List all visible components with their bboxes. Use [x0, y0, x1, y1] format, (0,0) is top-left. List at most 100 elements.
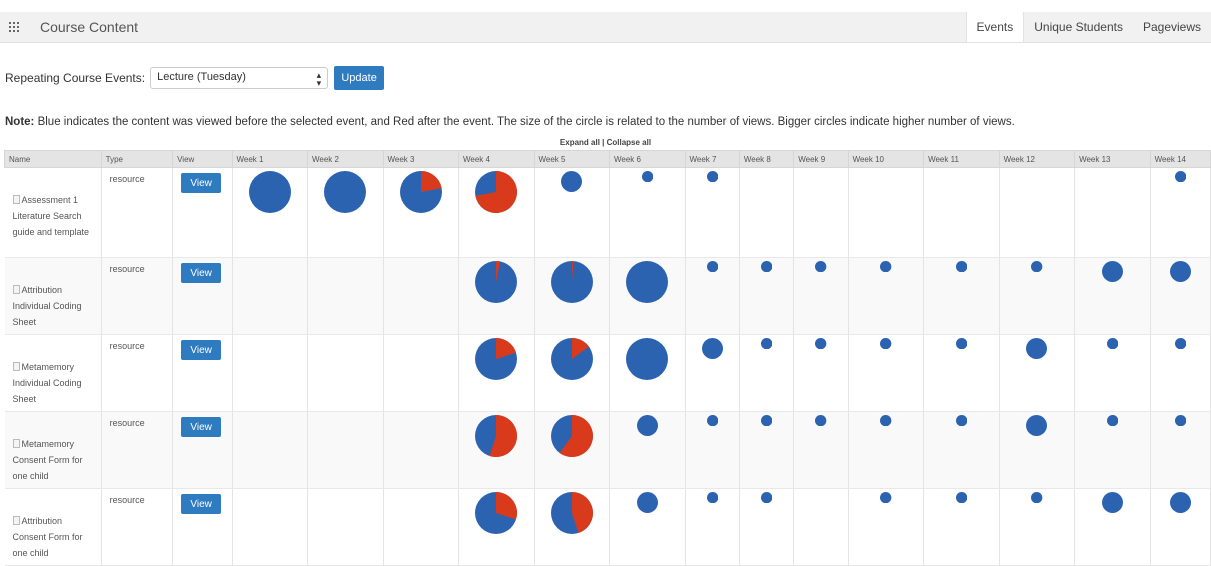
column-header-week-6[interactable]: Week 6 [609, 150, 686, 168]
views-pie[interactable] [760, 261, 773, 273]
update-button[interactable]: Update [334, 66, 385, 90]
views-pie[interactable] [706, 492, 718, 504]
views-pie[interactable] [550, 415, 593, 457]
view-button[interactable]: View [181, 340, 222, 360]
views-pie[interactable] [955, 338, 967, 350]
week-cell [307, 411, 384, 489]
grid-icon[interactable] [9, 22, 19, 32]
views-pie[interactable] [760, 415, 773, 427]
view-cell: View [172, 334, 233, 412]
column-header-name[interactable]: Name [4, 150, 102, 168]
views-pie[interactable] [815, 261, 827, 273]
views-pie[interactable] [880, 338, 892, 350]
views-pie[interactable] [636, 415, 658, 436]
views-pie[interactable] [1169, 492, 1191, 513]
column-header-view[interactable]: View [172, 150, 233, 168]
views-pie[interactable] [475, 261, 518, 303]
content-name[interactable]: Attribution Consent Form for one child [4, 488, 102, 566]
views-pie[interactable] [815, 415, 827, 427]
views-pie[interactable] [955, 415, 967, 427]
column-header-week-9[interactable]: Week 9 [793, 150, 849, 168]
week-cell [1150, 334, 1211, 412]
content-name[interactable]: Metamemory Consent Form for one child [4, 411, 102, 489]
view-button[interactable]: View [181, 173, 222, 193]
views-pie[interactable] [1031, 492, 1043, 504]
tab-unique-students[interactable]: Unique Students [1024, 12, 1133, 42]
collapse-all-link[interactable]: Collapse all [607, 138, 651, 147]
view-button[interactable]: View [181, 263, 222, 283]
repeating-events-label: Repeating Course Events: [5, 71, 146, 85]
content-name[interactable]: Assessment 1 Literature Search guide and… [4, 167, 102, 258]
views-pie[interactable] [561, 171, 583, 192]
views-pie[interactable] [955, 261, 967, 273]
views-pie[interactable] [880, 261, 892, 273]
views-pie[interactable] [1169, 261, 1191, 282]
views-pie[interactable] [550, 261, 593, 303]
views-pie[interactable] [550, 492, 593, 534]
column-header-week-8[interactable]: Week 8 [738, 150, 795, 168]
views-pie[interactable] [760, 492, 773, 504]
content-table: Name Type View Week 1 Week 2 Week 3 Week 4 Week… [4, 150, 1211, 566]
views-pie[interactable] [706, 415, 718, 427]
week-cell [1074, 334, 1151, 412]
column-header-week-5[interactable]: Week 5 [533, 150, 610, 168]
views-pie[interactable] [1106, 415, 1118, 427]
views-pie[interactable] [399, 171, 442, 213]
content-name[interactable]: Metamemory Individual Coding Sheet [4, 334, 102, 412]
column-header-week-12[interactable]: Week 12 [998, 150, 1076, 168]
views-pie[interactable] [626, 261, 669, 303]
views-pie[interactable] [880, 415, 892, 427]
views-pie[interactable] [626, 338, 669, 380]
views-pie[interactable] [636, 492, 658, 513]
views-pie[interactable] [1174, 338, 1186, 350]
views-pie[interactable] [475, 171, 518, 213]
event-select[interactable]: Lecture (Tuesday) ▴ ▾ [150, 67, 329, 89]
before-slice [815, 415, 827, 427]
views-pie[interactable] [475, 338, 518, 380]
views-pie[interactable] [1031, 261, 1043, 273]
tab-events[interactable]: Events [965, 12, 1025, 42]
views-pie[interactable] [324, 171, 367, 213]
views-pie[interactable] [475, 492, 518, 534]
views-pie[interactable] [815, 338, 827, 350]
views-pie[interactable] [1101, 261, 1123, 282]
view-button[interactable]: View [181, 417, 222, 437]
before-slice [1101, 492, 1123, 513]
views-pie[interactable] [701, 338, 723, 359]
column-header-week-1[interactable]: Week 1 [231, 150, 308, 168]
file-icon [12, 285, 20, 294]
week-cell [307, 257, 384, 335]
views-pie[interactable] [706, 261, 718, 273]
tab-pageviews[interactable]: Pageviews [1133, 12, 1211, 42]
view-cell: View [172, 257, 233, 335]
before-slice [880, 415, 892, 427]
view-button[interactable]: View [181, 494, 222, 514]
views-pie[interactable] [1174, 415, 1186, 427]
column-header-week-4[interactable]: Week 4 [458, 150, 535, 168]
column-header-type[interactable]: Type [100, 150, 174, 168]
views-pie[interactable] [1101, 492, 1123, 513]
views-pie[interactable] [880, 492, 892, 504]
views-pie[interactable] [1026, 415, 1048, 436]
views-pie[interactable] [1026, 338, 1048, 359]
views-pie[interactable] [550, 338, 593, 380]
views-pie[interactable] [1174, 171, 1186, 183]
views-pie[interactable] [760, 338, 773, 350]
column-header-week-14[interactable]: Week 14 [1149, 150, 1211, 168]
column-header-week-7[interactable]: Week 7 [684, 150, 740, 168]
expand-all-link[interactable]: Expand all [560, 138, 600, 147]
views-pie[interactable] [1106, 338, 1118, 350]
views-pie[interactable] [641, 171, 653, 183]
week-cell [383, 334, 459, 412]
views-pie[interactable] [248, 171, 291, 213]
content-name[interactable]: Attribution Individual Coding Sheet [4, 257, 102, 335]
views-pie[interactable] [706, 171, 718, 183]
column-header-week-11[interactable]: Week 11 [923, 150, 1000, 168]
week-cell [458, 167, 535, 258]
views-pie[interactable] [955, 492, 967, 504]
column-header-week-13[interactable]: Week 13 [1074, 150, 1151, 168]
column-header-week-10[interactable]: Week 10 [847, 150, 925, 168]
views-pie[interactable] [475, 415, 518, 457]
column-header-week-3[interactable]: Week 3 [382, 150, 459, 168]
column-header-week-2[interactable]: Week 2 [307, 150, 384, 168]
